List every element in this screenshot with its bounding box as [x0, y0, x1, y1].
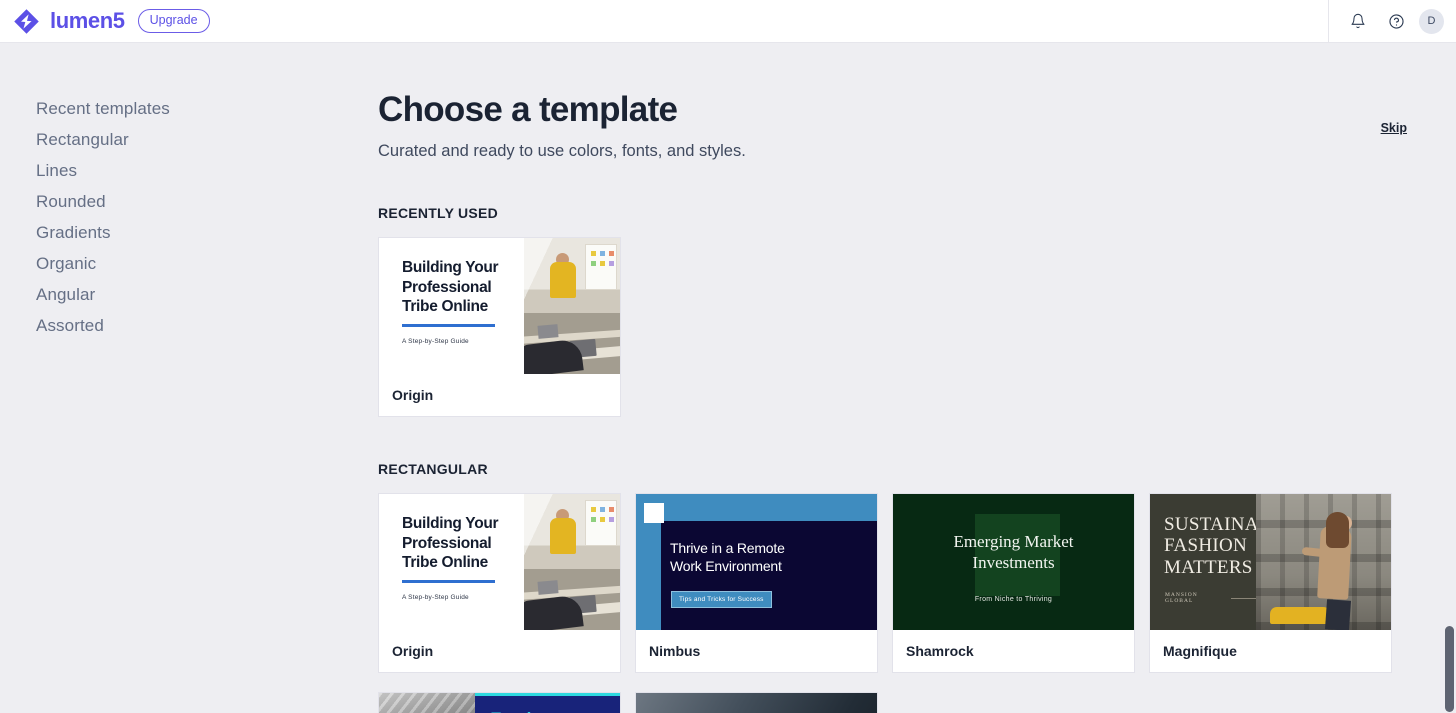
- thumbnail-square-accent: [644, 503, 664, 523]
- headline-line-1: Building Your: [402, 259, 499, 276]
- upgrade-button[interactable]: Upgrade: [137, 8, 210, 34]
- template-card-shamrock[interactable]: Emerging Market Investments From Niche t…: [892, 493, 1135, 673]
- page-scrollbar-track[interactable]: [1442, 43, 1456, 713]
- headline-line-1: Emerging Market: [953, 532, 1074, 551]
- headline-line-2: Professional: [402, 534, 492, 552]
- template-card-label: Origin: [379, 630, 620, 672]
- thumbnail-headline: Emerging Market Investments: [893, 531, 1134, 574]
- sidebar-item-gradients[interactable]: Gradients: [0, 217, 378, 248]
- template-card-label: Origin: [379, 374, 620, 416]
- section-heading-recently-used: RECENTLY USED: [378, 205, 498, 221]
- sidebar-item-angular[interactable]: Angular: [0, 279, 378, 310]
- page-subtitle: Curated and ready to use colors, fonts, …: [378, 142, 746, 160]
- photo-taxi: [1270, 607, 1333, 624]
- template-card-dark[interactable]: [635, 692, 878, 713]
- accent-rule: [402, 580, 495, 583]
- headline-line-3: Tribe Online: [402, 298, 488, 316]
- template-thumbnail: Emerging Market Investments From Niche t…: [893, 494, 1134, 630]
- accent-bar: [475, 693, 620, 696]
- template-card-origin[interactable]: Building Your Professional Tribe Online …: [378, 493, 621, 673]
- template-thumbnail: Building Your Professional Tribe Online …: [379, 238, 620, 374]
- thumbnail-photo-office-meeting: [523, 494, 620, 630]
- sidebar-item-lines[interactable]: Lines: [0, 155, 378, 186]
- page-title: Choose a template: [378, 90, 678, 129]
- headline-line-2: Investments: [972, 553, 1055, 573]
- thumbnail-photo-mountains: [379, 693, 476, 713]
- sidebar-item-assorted[interactable]: Assorted: [0, 310, 378, 341]
- thumbnail-photo-office-meeting: [523, 238, 620, 374]
- top-navigation-bar: lumen5 Upgrade D: [0, 0, 1456, 43]
- sidebar-item-rounded[interactable]: Rounded: [0, 186, 378, 217]
- template-category-sidebar: Recent templates Rectangular Lines Round…: [0, 43, 378, 713]
- rectangular-grid: Building Your Professional Tribe Online …: [378, 493, 1456, 673]
- thumbnail-headline: Building Your Professional Tribe Online: [402, 258, 524, 317]
- thumbnail-subhead: A Step-by-Step Guide: [402, 337, 469, 345]
- thumbnail-headline: Thrive in a Remote Work Environment: [670, 540, 785, 575]
- headline-line-1: Thrive in a Remote: [670, 540, 785, 556]
- sidebar-item-recent-templates[interactable]: Recent templates: [0, 93, 378, 124]
- template-card-magnifique[interactable]: SUSTAINABLE FASHION MATTERS MANSION GLOB…: [1149, 493, 1392, 673]
- page-scrollbar-thumb[interactable]: [1445, 626, 1454, 712]
- template-thumbnail: [636, 693, 877, 713]
- sidebar-item-organic[interactable]: Organic: [0, 248, 378, 279]
- sidebar-item-rectangular[interactable]: Rectangular: [0, 124, 378, 155]
- thumbnail-subhead: A Step-by-Step Guide: [402, 593, 469, 601]
- accent-rule: [402, 324, 495, 327]
- template-card-nimbus[interactable]: Thrive in a Remote Work Environment Tips…: [635, 493, 878, 673]
- thumbnail-headline: Building Your Professional Tribe Online: [402, 514, 524, 573]
- recently-used-grid: Building Your Professional Tribe Online …: [378, 237, 1456, 417]
- thumbnail-text-panel: Employee: [475, 693, 620, 713]
- notifications-bell-icon[interactable]: [1343, 6, 1373, 36]
- headline-line-1: Building Your: [402, 515, 499, 532]
- thumbnail-photo-woman-walking: [1256, 494, 1391, 630]
- user-avatar[interactable]: D: [1419, 8, 1444, 34]
- template-card-employee[interactable]: Employee: [378, 692, 621, 713]
- brand-name: lumen5: [50, 8, 125, 33]
- lumen5-diamond-logo-icon: [14, 8, 39, 34]
- template-card-label: Magnifique: [1150, 630, 1391, 672]
- thumbnail-brand-line: MANSION GLOBAL: [1165, 592, 1257, 604]
- topbar-actions: D: [1328, 0, 1456, 42]
- section-heading-rectangular: RECTANGULAR: [378, 461, 488, 477]
- template-card-origin-recent[interactable]: Building Your Professional Tribe Online …: [378, 237, 621, 417]
- brand-divider: [1231, 597, 1257, 599]
- template-thumbnail: SUSTAINABLE FASHION MATTERS MANSION GLOB…: [1150, 494, 1391, 630]
- template-card-label: Nimbus: [636, 630, 877, 672]
- thumbnail-badge: Tips and Tricks for Success: [671, 591, 772, 608]
- template-thumbnail: Employee: [379, 693, 620, 713]
- thumbnail-headline: Employee: [490, 709, 569, 713]
- thumbnail-text-panel: SUSTAINABLE FASHION MATTERS MANSION GLOB…: [1150, 494, 1295, 630]
- headline-line-2: Professional: [402, 278, 492, 296]
- thumbnail-inner-panel: [661, 521, 877, 630]
- photo-whiteboard: [584, 244, 617, 290]
- thumbnail-text-panel: Building Your Professional Tribe Online …: [379, 238, 524, 374]
- photo-whiteboard: [584, 500, 617, 546]
- help-circle-icon[interactable]: [1381, 6, 1411, 36]
- thumbnail-text-panel: Building Your Professional Tribe Online …: [379, 494, 524, 630]
- template-thumbnail: Thrive in a Remote Work Environment Tips…: [636, 494, 877, 630]
- template-thumbnail: Building Your Professional Tribe Online …: [379, 494, 620, 630]
- thumbnail-subhead: From Niche to Thriving: [974, 596, 1053, 603]
- template-gallery: Choose a template Curated and ready to u…: [378, 43, 1456, 713]
- template-card-label: Shamrock: [893, 630, 1134, 672]
- skip-link[interactable]: Skip: [1381, 121, 1407, 135]
- thumbnail-brand-text: MANSION GLOBAL: [1165, 592, 1198, 604]
- rectangular-grid-next-row: Employee: [378, 692, 1456, 713]
- headline-line-2: Work Environment: [670, 557, 782, 574]
- headline-line-3: Tribe Online: [402, 554, 488, 572]
- brand-logo[interactable]: lumen5: [0, 8, 125, 35]
